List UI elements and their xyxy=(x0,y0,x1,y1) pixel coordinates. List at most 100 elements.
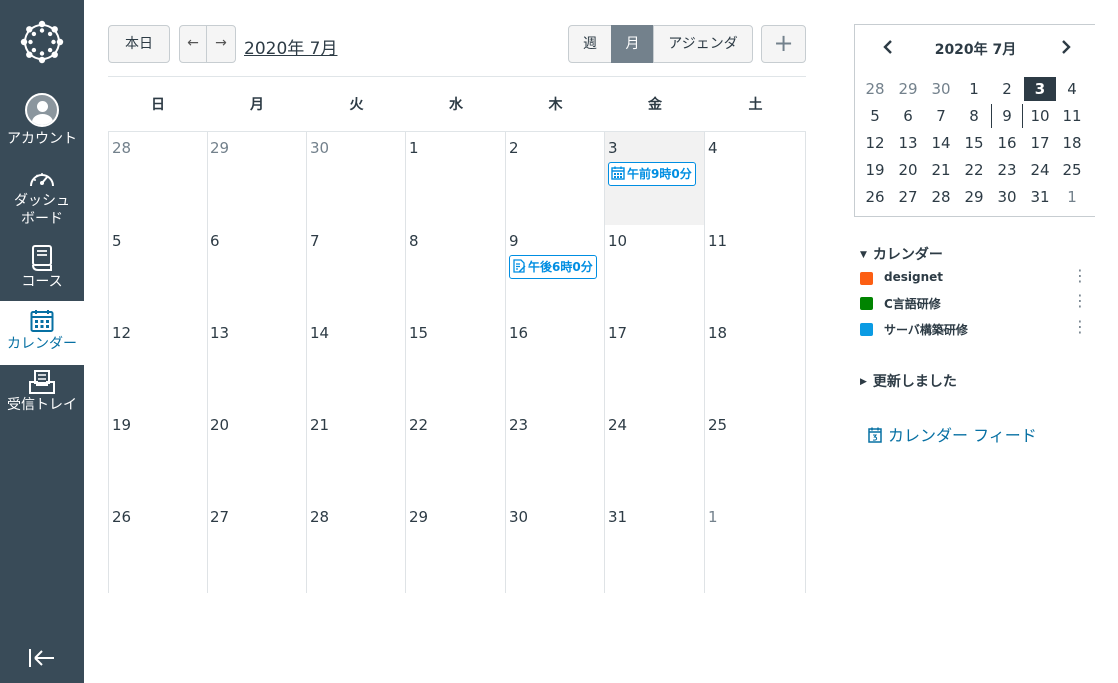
day-cell[interactable]: 1 xyxy=(705,501,806,593)
mini-day[interactable]: 4 xyxy=(1056,77,1088,101)
week-view-button[interactable]: 週 xyxy=(568,25,612,63)
day-cell[interactable]: 28 xyxy=(108,132,208,225)
day-number[interactable]: 14 xyxy=(310,324,329,342)
mini-day[interactable]: 19 xyxy=(859,158,891,182)
day-cell[interactable]: 18 xyxy=(705,317,806,409)
mini-day[interactable]: 1 xyxy=(958,77,990,101)
mini-day[interactable]: 29 xyxy=(892,77,924,101)
calendar-item[interactable]: サーバ構築研修 ⋮ xyxy=(860,318,1090,340)
mini-day[interactable]: 18 xyxy=(1056,131,1088,155)
day-number[interactable]: 26 xyxy=(112,508,131,526)
calendar-color-swatch[interactable] xyxy=(860,297,873,310)
mini-day[interactable]: 5 xyxy=(859,104,891,128)
mini-day[interactable]: 8 xyxy=(958,104,990,128)
mini-day[interactable]: 10 xyxy=(1024,104,1056,128)
undated-section-toggle[interactable]: ▶ 更新しました xyxy=(860,371,957,391)
day-cell[interactable]: 8 xyxy=(406,225,506,317)
mini-day[interactable]: 23 xyxy=(991,158,1023,182)
day-cell[interactable]: 1 xyxy=(406,132,506,225)
next-month-button[interactable]: → xyxy=(206,25,236,63)
day-number[interactable]: 20 xyxy=(210,416,229,434)
day-number[interactable]: 7 xyxy=(310,232,320,250)
mini-day[interactable]: 30 xyxy=(991,185,1023,209)
day-number[interactable]: 10 xyxy=(608,232,627,250)
mini-day[interactable]: 29 xyxy=(958,185,990,209)
day-cell[interactable]: 30 xyxy=(307,132,406,225)
day-number[interactable]: 25 xyxy=(708,416,727,434)
mini-day[interactable]: 16 xyxy=(991,131,1023,155)
day-number[interactable]: 22 xyxy=(409,416,428,434)
collapse-nav-icon[interactable] xyxy=(28,646,56,670)
day-number[interactable]: 19 xyxy=(112,416,131,434)
day-cell[interactable]: 7 xyxy=(307,225,406,317)
calendar-event[interactable]: 午後6時0分 xyxy=(509,255,597,279)
day-cell[interactable]: 12 xyxy=(108,317,208,409)
calendar-event[interactable]: 午前9時0分 xyxy=(608,162,696,186)
day-number[interactable]: 3 xyxy=(608,139,618,157)
day-cell[interactable]: 11 xyxy=(705,225,806,317)
nav-inbox[interactable]: 受信トレイ xyxy=(0,370,84,428)
day-number[interactable]: 27 xyxy=(210,508,229,526)
day-cell[interactable]: 9 午後6時0分 xyxy=(506,225,605,317)
day-number[interactable]: 28 xyxy=(310,508,329,526)
mini-day[interactable]: 28 xyxy=(925,185,957,209)
mini-day[interactable]: 21 xyxy=(925,158,957,182)
mini-day[interactable]: 15 xyxy=(958,131,990,155)
calendar-title[interactable]: 2020年 7月 xyxy=(244,34,337,59)
month-view-button[interactable]: 月 xyxy=(611,25,654,63)
day-number[interactable]: 15 xyxy=(409,324,428,342)
day-number[interactable]: 28 xyxy=(112,139,131,157)
add-event-button[interactable]: + xyxy=(761,25,806,63)
nav-calendar[interactable]: カレンダー xyxy=(0,301,84,365)
day-cell[interactable]: 19 xyxy=(108,409,208,501)
calendar-color-swatch[interactable] xyxy=(860,323,873,336)
nav-dashboard[interactable]: ダッシュ ボード xyxy=(0,168,84,236)
more-options-icon[interactable]: ⋮ xyxy=(1072,318,1088,336)
mini-day[interactable]: 14 xyxy=(925,131,957,155)
day-number[interactable]: 2 xyxy=(509,139,519,157)
calendar-item[interactable]: C言語研修 ⋮ xyxy=(860,292,1090,314)
mini-day[interactable]: 9 xyxy=(991,104,1023,128)
day-cell[interactable]: 24 xyxy=(605,409,705,501)
mini-day[interactable]: 3 xyxy=(1024,77,1056,101)
day-cell[interactable]: 16 xyxy=(506,317,605,409)
canvas-logo-icon[interactable] xyxy=(18,18,66,66)
mini-day[interactable]: 22 xyxy=(958,158,990,182)
calendars-section-toggle[interactable]: ▼ カレンダー xyxy=(860,244,943,264)
day-number[interactable]: 1 xyxy=(409,139,419,157)
day-cell[interactable]: 25 xyxy=(705,409,806,501)
day-number[interactable]: 1 xyxy=(708,508,718,526)
day-cell[interactable]: 22 xyxy=(406,409,506,501)
mini-day[interactable]: 25 xyxy=(1056,158,1088,182)
mini-day[interactable]: 11 xyxy=(1056,104,1088,128)
day-number[interactable]: 23 xyxy=(509,416,528,434)
day-cell[interactable]: 2 xyxy=(506,132,605,225)
mini-day[interactable]: 6 xyxy=(892,104,924,128)
mini-day[interactable]: 30 xyxy=(925,77,957,101)
mini-day[interactable]: 31 xyxy=(1024,185,1056,209)
mini-day[interactable]: 13 xyxy=(892,131,924,155)
day-cell[interactable]: 4 xyxy=(705,132,806,225)
calendar-feed-link[interactable]: カレンダー フィード xyxy=(868,422,1037,446)
mini-day[interactable]: 20 xyxy=(892,158,924,182)
mini-day[interactable]: 1 xyxy=(1056,185,1088,209)
day-cell[interactable]: 26 xyxy=(108,501,208,593)
day-cell[interactable]: 23 xyxy=(506,409,605,501)
day-cell[interactable]: 6 xyxy=(207,225,307,317)
mini-next-month-icon[interactable] xyxy=(1059,39,1073,55)
day-number[interactable]: 30 xyxy=(310,139,329,157)
nav-courses[interactable]: コース xyxy=(0,245,84,299)
day-number[interactable]: 5 xyxy=(112,232,122,250)
day-number[interactable]: 8 xyxy=(409,232,419,250)
day-number[interactable]: 21 xyxy=(310,416,329,434)
day-number[interactable]: 29 xyxy=(210,139,229,157)
day-number[interactable]: 30 xyxy=(509,508,528,526)
day-number[interactable]: 11 xyxy=(708,232,727,250)
mini-day[interactable]: 28 xyxy=(859,77,891,101)
day-cell[interactable]: 17 xyxy=(605,317,705,409)
mini-day[interactable]: 24 xyxy=(1024,158,1056,182)
agenda-view-button[interactable]: アジェンダ xyxy=(653,25,753,63)
day-cell[interactable]: 27 xyxy=(207,501,307,593)
day-number[interactable]: 24 xyxy=(608,416,627,434)
day-cell[interactable]: 5 xyxy=(108,225,208,317)
